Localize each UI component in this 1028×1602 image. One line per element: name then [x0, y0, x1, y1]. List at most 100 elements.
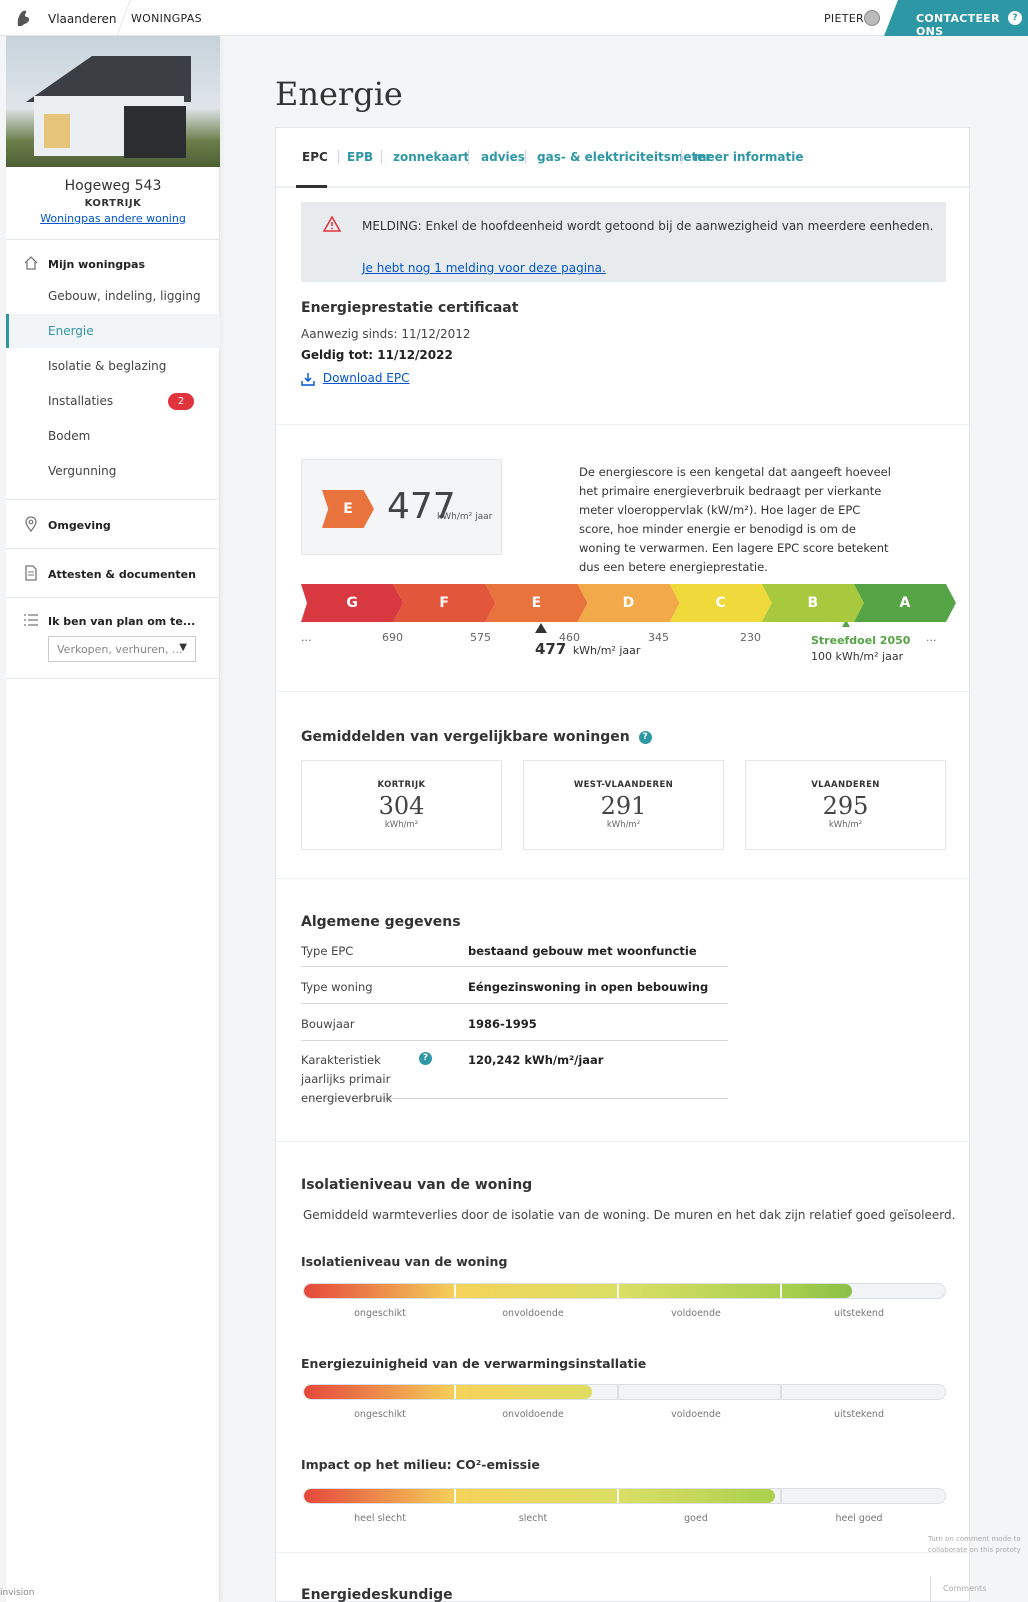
- scale-segment-e: E: [485, 584, 587, 622]
- bar-label: heel goed: [835, 1513, 883, 1524]
- scale-segment-c: C: [670, 584, 772, 622]
- notification-badge: 2: [168, 393, 194, 410]
- averages-heading: Gemiddelden van vergelijkbare woningen ?: [301, 729, 652, 745]
- tab-epc[interactable]: EPC: [302, 150, 328, 164]
- row-value: 1986-1995: [468, 1017, 537, 1031]
- comments-button[interactable]: Comments: [930, 1576, 1028, 1602]
- table-row: Bouwjaar 1986-1995: [301, 1004, 728, 1041]
- scale-segment-d: D: [577, 584, 679, 622]
- sidebar-item-installations[interactable]: Installaties 2: [6, 384, 220, 418]
- invision-logo[interactable]: invision: [0, 1588, 34, 1598]
- scale-segment-b: B: [762, 584, 864, 622]
- download-epc-label: Download EPC: [322, 371, 410, 385]
- bar-title: Isolatieniveau van de woning: [301, 1254, 508, 1269]
- bar-label: voldoende: [671, 1308, 721, 1319]
- average-card-west-vlaanderen: WEST-VLAANDEREN 291 kWh/m²: [523, 760, 724, 850]
- bar-label: onvoldoende: [502, 1409, 564, 1420]
- sidebar-item-building[interactable]: Gebouw, indeling, ligging: [6, 279, 220, 313]
- home-address: Hogeweg 543: [64, 178, 162, 194]
- sidebar-item-insulation[interactable]: Isolatie & beglazing: [6, 349, 220, 383]
- sidebar-item-soil[interactable]: Bodem: [6, 419, 220, 453]
- epc-present-since: Aanwezig sinds: 11/12/2012: [301, 327, 471, 341]
- tab-solar-map[interactable]: zonnekaart: [393, 150, 469, 164]
- scale-tick: ...: [301, 631, 312, 644]
- page-title: Energie: [275, 75, 403, 113]
- bar-title: Impact op het milieu: CO²-emissie: [301, 1457, 540, 1472]
- score-description: De energiescore is een kengetal dat aang…: [579, 465, 891, 574]
- divider: [276, 1552, 971, 1553]
- insulation-level-bar: [303, 1283, 946, 1299]
- active-tab-indicator: [296, 185, 327, 188]
- average-value: 295: [822, 792, 869, 820]
- current-score-label: 477 kWh/m² jaar: [535, 640, 640, 658]
- section-environment[interactable]: Omgeving: [48, 519, 111, 532]
- tab-advice[interactable]: advies: [481, 150, 525, 164]
- bar-label: slecht: [518, 1513, 548, 1524]
- divider: [6, 548, 220, 549]
- average-value: 291: [600, 792, 647, 820]
- notice-message: MELDING: Enkel de hoofdeenheid wordt get…: [362, 219, 934, 233]
- help-icon[interactable]: ?: [638, 730, 652, 744]
- other-home-link[interactable]: Woningpas andere woning: [6, 212, 220, 225]
- tab-separator: [381, 150, 382, 164]
- scale-segment-g: G: [301, 584, 403, 622]
- epc-score-box: E 477 kWh/m² jaar: [301, 459, 502, 555]
- download-epc-link[interactable]: Download EPC: [301, 371, 410, 386]
- notice-link[interactable]: Je hebt nog 1 melding voor deze pagina.: [362, 261, 606, 275]
- user-avatar[interactable]: [864, 10, 880, 26]
- divider: [6, 239, 220, 240]
- average-unit: kWh/m²: [384, 820, 419, 830]
- plan-select[interactable]: Verkopen, verhuren, ... ▼: [48, 636, 196, 662]
- average-location: VLAANDEREN: [811, 780, 880, 790]
- row-key: Type woning: [301, 980, 373, 994]
- tab-separator: [338, 150, 339, 164]
- divider: [6, 499, 220, 500]
- house-photo: [6, 36, 220, 167]
- scale-tick: 690: [382, 631, 403, 644]
- bar-label: uitstekend: [834, 1308, 884, 1319]
- warning-icon: [323, 216, 341, 232]
- brand-link[interactable]: Vlaanderen: [48, 12, 117, 26]
- current-score-unit: kWh/m² jaar: [572, 644, 641, 657]
- row-key: Bouwjaar: [301, 1017, 355, 1031]
- averages-heading-text: Gemiddelden van vergelijkbare woningen: [301, 729, 630, 745]
- general-heading: Algemene gegevens: [301, 914, 461, 930]
- bar-label: uitstekend: [834, 1409, 884, 1420]
- bar-label: ongeschikt: [354, 1409, 406, 1420]
- target-label: Streefdoel 2050: [811, 634, 911, 647]
- tab-more-info[interactable]: meer informatie: [694, 150, 804, 164]
- chevron-down-icon: ▼: [179, 642, 187, 653]
- comment-mode-hint: Turn on comment mode to collaborate on t…: [928, 1535, 1021, 1554]
- bar-fill: [304, 1489, 776, 1503]
- user-name[interactable]: PIETER: [824, 12, 864, 25]
- flanders-lion-logo[interactable]: [14, 8, 32, 28]
- sidebar-item-permit[interactable]: Vergunning: [6, 454, 220, 488]
- home-icon: [23, 255, 39, 271]
- tab-meters[interactable]: gas- & elektriciteitsmeter: [537, 150, 711, 164]
- scale-segment-a: A: [854, 584, 956, 622]
- average-location: WEST-VLAANDEREN: [573, 780, 674, 790]
- current-score-marker: [535, 623, 547, 633]
- location-pin-icon: [23, 516, 39, 533]
- current-score-value: 477: [535, 640, 567, 658]
- co2-impact-bar: [303, 1488, 946, 1504]
- scale-tick: ...: [926, 631, 937, 644]
- section-plans[interactable]: Ik ben van plan om te...: [48, 615, 195, 628]
- tab-separator: [468, 150, 469, 164]
- row-value: 120,242 kWh/m²/jaar: [468, 1053, 604, 1067]
- row-key: Karakteristiek jaarlijks primair energie…: [301, 1053, 393, 1105]
- product-name[interactable]: WONINGPAS: [131, 12, 202, 25]
- section-my-home[interactable]: Mijn woningpas: [48, 258, 145, 271]
- tab-epb[interactable]: EPB: [347, 150, 373, 164]
- scale-segment-f: F: [393, 584, 495, 622]
- contact-button[interactable]: CONTACTEER ONS ?: [884, 0, 1028, 36]
- help-icon[interactable]: ?: [419, 1052, 432, 1065]
- content-panel: EPC EPB zonnekaart advies gas- & elektri…: [275, 127, 971, 1602]
- section-documents[interactable]: Attesten & documenten: [48, 568, 196, 581]
- average-unit: kWh/m²: [828, 820, 863, 830]
- average-card-kortrijk: KORTRIJK 304 kWh/m²: [301, 760, 502, 850]
- table-row: Karakteristiek jaarlijks primair energie…: [301, 1041, 728, 1105]
- divider: [6, 678, 220, 679]
- sidebar-item-energy[interactable]: Energie: [6, 314, 220, 348]
- row-value: Eéngezinswoning in open bebouwing: [468, 980, 709, 994]
